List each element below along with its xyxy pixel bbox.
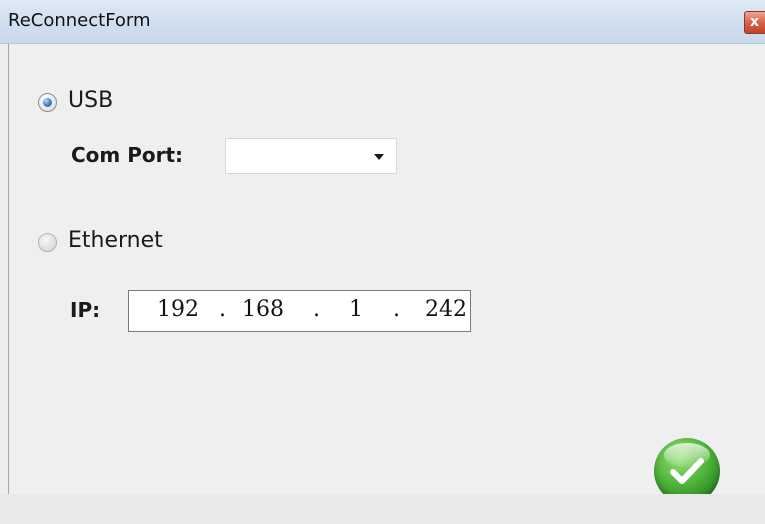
window-title: ReConnectForm — [8, 10, 151, 31]
ip-separator: . — [219, 297, 226, 322]
ip-octet-2[interactable]: 168 — [242, 297, 284, 322]
ip-separator: . — [393, 297, 400, 322]
checkmark-icon — [670, 458, 704, 484]
ethernet-label[interactable]: Ethernet — [68, 228, 163, 253]
ip-address-input[interactable]: 192 . 168 . 1 . 242 — [128, 290, 471, 332]
ip-octet-3[interactable]: 1 — [349, 297, 363, 322]
radio-selected-dot — [43, 98, 52, 107]
chevron-down-icon[interactable] — [374, 154, 384, 160]
window-bottom-edge — [0, 494, 765, 524]
usb-radio[interactable] — [38, 93, 57, 112]
ethernet-radio[interactable] — [38, 233, 57, 252]
usb-label[interactable]: USB — [68, 88, 113, 113]
com-port-select[interactable] — [225, 138, 397, 174]
reconnect-window: ReConnectForm x USB Com Port: Ethernet I… — [0, 0, 765, 524]
ip-label: IP: — [70, 298, 101, 322]
title-bar[interactable]: ReConnectForm x — [0, 0, 765, 44]
close-button[interactable]: x — [744, 11, 765, 34]
ip-octet-4[interactable]: 242 — [425, 297, 467, 322]
ip-separator: . — [313, 297, 320, 322]
com-port-label: Com Port: — [71, 143, 184, 167]
form-body — [8, 44, 765, 494]
close-icon: x — [750, 14, 760, 30]
ip-octet-1[interactable]: 192 — [157, 297, 199, 322]
